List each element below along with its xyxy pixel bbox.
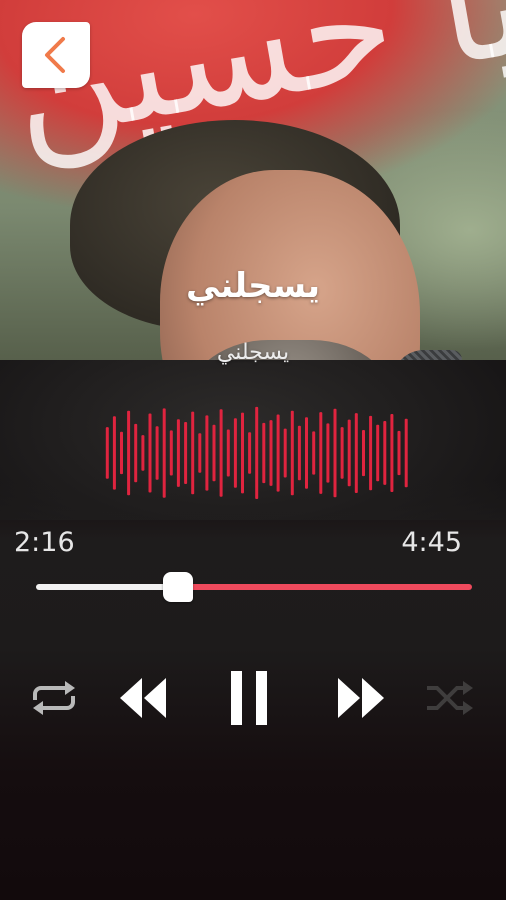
waveform-bar — [141, 435, 145, 471]
waveform-bar — [354, 413, 358, 493]
waveform-bar — [297, 425, 301, 481]
pause-button[interactable] — [222, 660, 276, 736]
waveform-bar — [191, 411, 195, 495]
waveform-bar — [397, 430, 401, 476]
pause-icon — [231, 671, 267, 725]
waveform-bar — [269, 420, 273, 486]
waveform-bar — [319, 412, 323, 494]
waveform-bar — [169, 430, 173, 476]
waveform-bar — [212, 424, 216, 482]
shuffle-icon — [427, 681, 473, 715]
waveform-bar — [347, 419, 351, 487]
waveform-bar — [333, 408, 337, 498]
waveform-bar — [290, 410, 294, 496]
waveform-bar — [248, 432, 252, 474]
waveform-bar — [362, 430, 365, 477]
waveform-bar — [262, 422, 266, 484]
waveform-bar — [326, 423, 330, 483]
track-subtitle: يسجلني — [216, 340, 290, 365]
seek-bar[interactable] — [36, 572, 472, 602]
waveform-bar — [390, 414, 394, 492]
waveform-bar — [148, 413, 152, 493]
waveform-bar — [184, 422, 188, 484]
waveform-bar — [127, 410, 131, 496]
player-screen: يا حسين يسجلني يسجلني 2:16 4:45 — [0, 0, 506, 900]
waveform-bar — [226, 429, 230, 477]
rewind-icon — [120, 678, 166, 718]
waveform-bar — [383, 421, 387, 485]
waveform-bar — [134, 423, 138, 483]
repeat-icon — [33, 681, 75, 715]
waveform-bar — [205, 415, 209, 491]
waveform-bar — [340, 427, 344, 479]
waveform-bar — [404, 418, 408, 488]
waveform-bar — [155, 426, 159, 480]
elapsed-time: 2:16 — [14, 527, 75, 558]
repeat-button[interactable] — [28, 660, 80, 736]
seek-remaining-track — [178, 584, 472, 590]
waveform-bar — [241, 412, 244, 494]
rewind-button[interactable] — [114, 660, 170, 736]
waveform-bar — [120, 431, 123, 475]
seek-thumb[interactable] — [163, 572, 193, 602]
track-title: يسجلني — [185, 266, 321, 306]
chevron-left-icon — [45, 37, 65, 73]
forward-button[interactable] — [334, 660, 390, 736]
waveform-bar — [255, 406, 259, 499]
seek-played-track — [36, 584, 178, 590]
waveform-bar — [276, 414, 280, 492]
fast-forward-icon — [338, 678, 384, 718]
waveform-bar — [312, 431, 316, 475]
waveform-bar — [376, 424, 380, 482]
waveform-bar — [233, 418, 237, 488]
shuffle-button[interactable] — [424, 660, 476, 736]
back-button[interactable] — [22, 22, 90, 88]
waveform-bar — [176, 419, 180, 487]
waveform-bar — [162, 408, 166, 498]
total-time: 4:45 — [401, 527, 462, 558]
waveform-bar — [305, 417, 308, 489]
playback-controls — [0, 660, 506, 736]
waveform-bar — [112, 416, 116, 490]
waveform-bar — [105, 427, 109, 479]
audio-waveform — [105, 406, 408, 499]
waveform-bar — [283, 428, 287, 478]
waveform-bar — [219, 409, 223, 497]
waveform-bar — [369, 415, 373, 491]
waveform-bar — [198, 433, 202, 473]
